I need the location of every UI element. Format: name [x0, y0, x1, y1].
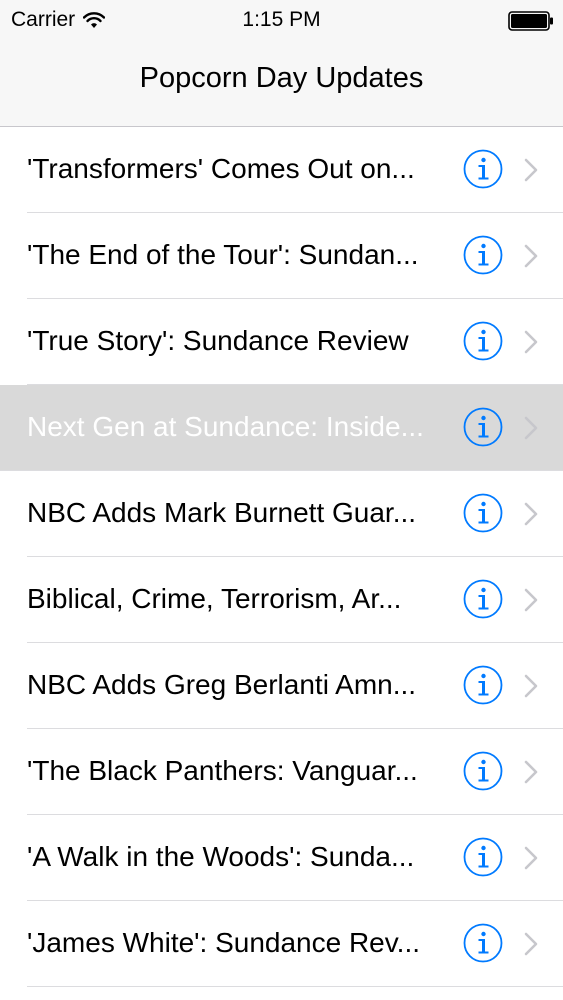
table-row[interactable]: 'James White': Sundance Rev...	[0, 901, 563, 987]
status-bar: Carrier 1:15 PM	[0, 0, 563, 40]
row-title: Next Gen at Sundance: Inside...	[27, 411, 424, 442]
info-icon[interactable]	[463, 493, 503, 533]
row-title: NBC Adds Mark Burnett Guar...	[27, 497, 417, 528]
app-screen: Carrier 1:15 PM Popcorn Day Updates 'Tra…	[0, 0, 563, 1000]
row-title: Biblical, Crime, Terrorism, Ar...	[27, 583, 402, 614]
chevron-right-icon	[524, 932, 538, 956]
chevron-right-icon	[524, 846, 538, 870]
table-row[interactable]: 'True Story': Sundance Review	[0, 299, 563, 385]
chevron-right-icon	[524, 502, 538, 526]
table-row[interactable]: NBC Adds Greg Berlanti Amn...	[0, 643, 563, 729]
row-title: 'A Walk in the Woods': Sunda...	[27, 841, 415, 872]
info-icon[interactable]	[463, 923, 503, 963]
table-row[interactable]: Next Gen at Sundance: Inside...	[0, 385, 563, 471]
chevron-right-icon	[524, 244, 538, 268]
chevron-right-icon	[524, 416, 538, 440]
navigation-bar: Popcorn Day Updates	[0, 40, 563, 127]
row-title: NBC Adds Greg Berlanti Amn...	[27, 669, 417, 700]
table-row[interactable]: 'The Black Panthers: Vanguar...	[0, 729, 563, 815]
chevron-right-icon	[524, 760, 538, 784]
info-icon[interactable]	[463, 321, 503, 361]
row-title: 'The End of the Tour': Sundan...	[27, 239, 419, 270]
chevron-right-icon	[524, 158, 538, 182]
table-row[interactable]: 'The End of the Tour': Sundan...	[0, 213, 563, 299]
chevron-right-icon	[524, 674, 538, 698]
info-icon[interactable]	[463, 407, 503, 447]
updates-table[interactable]: 'Transformers' Comes Out on... 'The End …	[0, 127, 563, 987]
info-icon[interactable]	[463, 579, 503, 619]
row-title: 'Transformers' Comes Out on...	[27, 153, 415, 184]
info-icon[interactable]	[463, 235, 503, 275]
page-title: Popcorn Day Updates	[139, 62, 424, 94]
info-icon[interactable]	[463, 665, 503, 705]
row-title: 'The Black Panthers: Vanguar...	[27, 755, 418, 786]
chevron-right-icon	[524, 330, 538, 354]
info-icon[interactable]	[463, 751, 503, 791]
table-row[interactable]: NBC Adds Mark Burnett Guar...	[0, 471, 563, 557]
table-row[interactable]: 'Transformers' Comes Out on...	[0, 127, 563, 213]
chevron-right-icon	[524, 588, 538, 612]
row-title: 'True Story': Sundance Review	[27, 325, 409, 356]
info-icon[interactable]	[463, 149, 503, 189]
table-row[interactable]: Biblical, Crime, Terrorism, Ar...	[0, 557, 563, 643]
battery-full-icon	[508, 11, 553, 31]
info-icon[interactable]	[463, 837, 503, 877]
table-row[interactable]: 'A Walk in the Woods': Sunda...	[0, 815, 563, 901]
status-time: 1:15 PM	[242, 8, 321, 31]
row-title: 'James White': Sundance Rev...	[27, 927, 421, 958]
